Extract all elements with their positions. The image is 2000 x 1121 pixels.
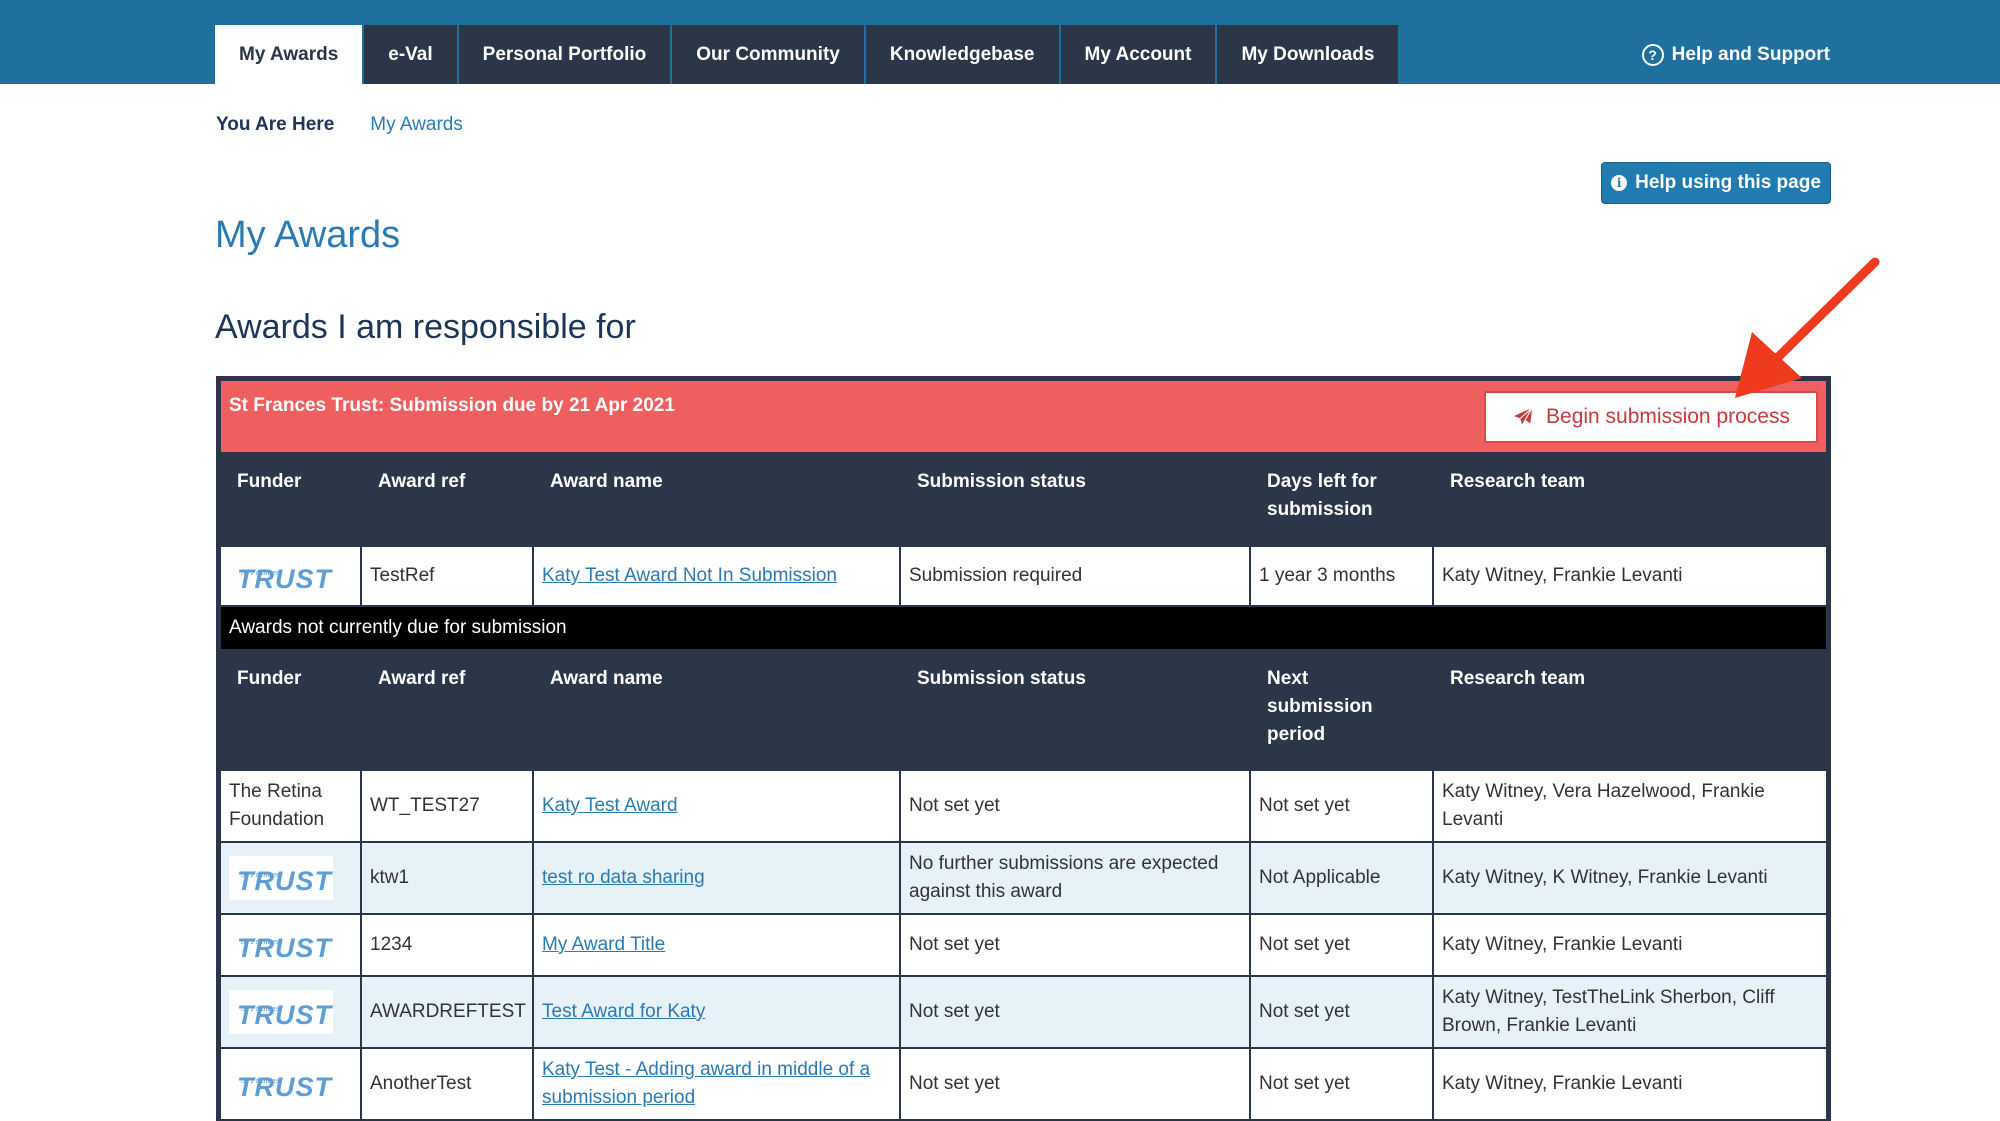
table-row: St Frances TRUST 1234 My Award Title Not …	[219, 913, 1828, 977]
submission-status-cell: Not set yet	[899, 769, 1251, 843]
due-group-header-row: St Frances Trust: Submission due by 21 A…	[219, 379, 1828, 454]
paper-plane-icon	[1513, 407, 1533, 426]
award-ref-cell: TestRef	[360, 545, 534, 607]
funder-cell: St Frances TRUST	[219, 1047, 362, 1121]
column-header-next-submission-period: Next submission period	[1249, 649, 1434, 771]
award-name-cell: My Award Title	[532, 913, 901, 977]
trust-funder-logo: St Frances TRUST	[229, 990, 333, 1034]
not-due-group-header-row: Awards not currently due for submission	[219, 605, 1828, 651]
annotation-arrow	[1735, 257, 1880, 398]
next-period-cell: Not set yet	[1249, 769, 1434, 843]
info-circle-icon: i	[1611, 175, 1628, 191]
breadcrumb: You Are Here My Awards	[216, 114, 463, 136]
help-and-support-label: Help and Support	[1671, 43, 1830, 65]
award-ref-cell: AnotherTest	[360, 1047, 534, 1121]
tab-my-awards[interactable]: My Awards	[215, 25, 365, 84]
due-table-header-row: Funder Award ref Award name Submission s…	[219, 452, 1828, 547]
tab-my-downloads[interactable]: My Downloads	[1217, 25, 1401, 84]
table-row: St Frances TRUST AWARDREFTEST Test Award …	[219, 975, 1828, 1049]
next-period-cell: Not set yet	[1249, 913, 1434, 977]
column-header-award-ref: Award ref	[360, 452, 534, 547]
award-name-cell: Katy Test - Adding award in middle of a …	[532, 1047, 901, 1121]
column-header-days-left: Days left for submission	[1249, 452, 1434, 547]
funder-cell: St Frances TRUST	[219, 545, 362, 607]
trust-funder-logo: St Frances TRUST	[229, 1062, 333, 1106]
table-row: St Frances TRUST AnotherTest Katy Test - …	[219, 1047, 1828, 1121]
tab-my-account[interactable]: My Account	[1060, 25, 1218, 84]
next-period-cell: Not set yet	[1249, 1047, 1434, 1121]
research-team-cell: Katy Witney, K Witney, Frankie Levanti	[1432, 841, 1828, 915]
days-left-cell: 1 year 3 months	[1249, 545, 1434, 607]
column-header-research-team: Research team	[1432, 649, 1828, 771]
section-title: Awards I am responsible for	[215, 308, 636, 346]
help-circle-icon: ?	[1641, 43, 1664, 66]
submission-status-cell: No further submissions are expected agai…	[899, 841, 1251, 915]
trust-funder-logo: St Frances TRUST	[229, 856, 333, 900]
help-using-this-page-label: Help using this page	[1635, 172, 1821, 193]
not-due-group-title: Awards not currently due for submission	[219, 605, 1828, 651]
column-header-award-name: Award name	[532, 649, 901, 771]
research-team-cell: Katy Witney, Vera Hazelwood, Frankie Lev…	[1432, 769, 1828, 843]
research-team-cell: Katy Witney, TestTheLink Sherbon, Cliff …	[1432, 975, 1828, 1049]
table-row: St Frances TRUST ktw1 test ro data sharin…	[219, 841, 1828, 915]
tab-our-community[interactable]: Our Community	[672, 25, 866, 84]
funder-cell: St Frances TRUST	[219, 913, 362, 977]
award-name-link[interactable]: test ro data sharing	[542, 867, 705, 888]
not-due-table-header-row: Funder Award ref Award name Submission s…	[219, 649, 1828, 771]
research-team-cell: Katy Witney, Frankie Levanti	[1432, 1047, 1828, 1121]
column-header-research-team: Research team	[1432, 452, 1828, 547]
main-tabs: My Awards e-Val Personal Portfolio Our C…	[215, 25, 1401, 84]
next-period-cell: Not Applicable	[1249, 841, 1434, 915]
page-title: My Awards	[215, 214, 401, 256]
next-period-cell: Not set yet	[1249, 975, 1434, 1049]
submission-status-cell: Not set yet	[899, 913, 1251, 977]
trust-funder-logo: St Frances TRUST	[229, 554, 333, 598]
award-name-cell: test ro data sharing	[532, 841, 901, 915]
column-header-submission-status: Submission status	[899, 649, 1251, 771]
award-ref-cell: ktw1	[360, 841, 534, 915]
award-name-cell: Katy Test Award Not In Submission	[532, 545, 901, 607]
award-name-link[interactable]: Katy Test Award	[542, 795, 678, 816]
funder-cell: St Frances TRUST	[219, 975, 362, 1049]
research-team-cell: Katy Witney, Frankie Levanti	[1432, 913, 1828, 977]
top-navigation-bar: My Awards e-Val Personal Portfolio Our C…	[0, 0, 2000, 84]
award-ref-cell: AWARDREFTEST	[360, 975, 534, 1049]
table-row: The Retina Foundation WT_TEST27 Katy Tes…	[219, 769, 1828, 843]
column-header-submission-status: Submission status	[899, 452, 1251, 547]
award-name-link[interactable]: Test Award for Katy	[542, 1001, 705, 1022]
award-name-link[interactable]: My Award Title	[542, 934, 665, 955]
award-name-cell: Test Award for Katy	[532, 975, 901, 1049]
due-group-title: St Frances Trust: Submission due by 21 A…	[229, 395, 675, 416]
help-using-this-page-button[interactable]: i Help using this page	[1601, 162, 1831, 204]
table-row: St Frances TRUST TestRef Katy Test Award …	[219, 545, 1828, 607]
award-ref-cell: WT_TEST27	[360, 769, 534, 843]
submission-status-cell: Submission required	[899, 545, 1251, 607]
awards-table-container: St Frances Trust: Submission due by 21 A…	[216, 376, 1831, 1121]
breadcrumb-label: You Are Here	[216, 114, 335, 135]
column-header-funder: Funder	[219, 649, 362, 771]
column-header-funder: Funder	[219, 452, 362, 547]
due-group-header: St Frances Trust: Submission due by 21 A…	[219, 379, 1828, 454]
award-name-cell: Katy Test Award	[532, 769, 901, 843]
award-name-link[interactable]: Katy Test Award Not In Submission	[542, 565, 837, 586]
award-name-link[interactable]: Katy Test - Adding award in middle of a …	[542, 1059, 870, 1108]
funder-cell: The Retina Foundation	[219, 769, 362, 843]
funder-cell: St Frances TRUST	[219, 841, 362, 915]
submission-status-cell: Not set yet	[899, 975, 1251, 1049]
tab-personal-portfolio[interactable]: Personal Portfolio	[458, 25, 673, 84]
help-and-support-link[interactable]: ? Help and Support	[1641, 25, 1830, 84]
tab-knowledgebase[interactable]: Knowledgebase	[865, 25, 1061, 84]
trust-funder-logo: St Frances TRUST	[229, 923, 333, 967]
submission-status-cell: Not set yet	[899, 1047, 1251, 1121]
column-header-award-name: Award name	[532, 452, 901, 547]
tab-e-val[interactable]: e-Val	[364, 25, 459, 84]
award-ref-cell: 1234	[360, 913, 534, 977]
breadcrumb-my-awards-link[interactable]: My Awards	[370, 114, 463, 136]
column-header-award-ref: Award ref	[360, 649, 534, 771]
research-team-cell: Katy Witney, Frankie Levanti	[1432, 545, 1828, 607]
awards-table: St Frances Trust: Submission due by 21 A…	[219, 379, 1828, 1121]
